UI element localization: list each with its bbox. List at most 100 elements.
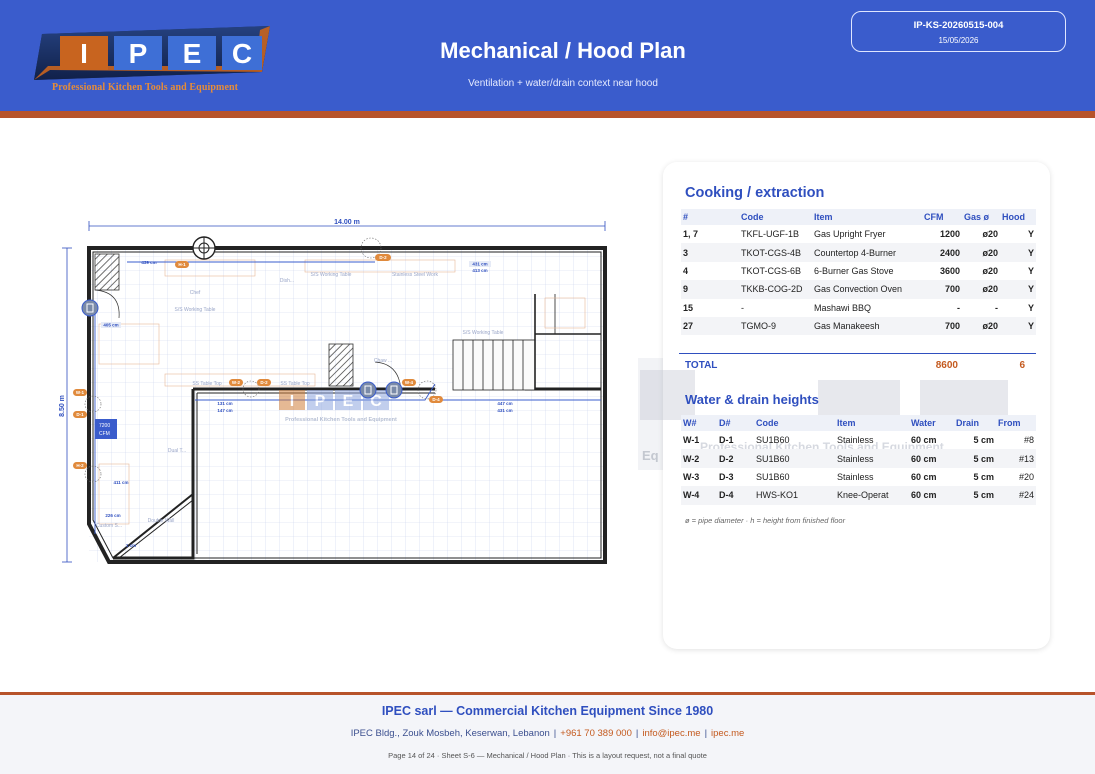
tag-h1: H-1 [178, 262, 186, 267]
dim-226: 226 cm [105, 513, 120, 518]
table-row: W-2 D-2 SU1B60 Stainless 60 cm 5 cm #13 [681, 449, 1036, 468]
logo-letter-i: I [80, 38, 88, 69]
svg-text:E: E [343, 393, 354, 410]
svg-text:CFM: CFM [99, 431, 110, 437]
row-item: Countertop 4-Burner [812, 243, 922, 262]
footer-website[interactable]: ipec.me [711, 728, 744, 739]
row-gas: ø20 [962, 280, 1000, 299]
dim-405: 405 cm [103, 323, 118, 328]
row-hood: Y [1027, 265, 1034, 276]
footer-phone[interactable]: +961 70 389 000 [560, 728, 632, 739]
row-code: SU1B60 [756, 471, 790, 482]
table-row: 1, 7 TKFL-UGF-1B Gas Upright Fryer 1200 … [681, 225, 1036, 243]
row-drain-height: 5 cm [973, 471, 994, 482]
document-id: IP-KS-20260515-004 [913, 20, 1004, 31]
row-cfm: 700 [922, 280, 962, 299]
hatched-column-2 [328, 343, 354, 387]
row-code: - [741, 302, 744, 313]
svg-text:I: I [290, 393, 294, 410]
row-code: SU1B60 [754, 449, 835, 468]
row-item: Gas Upright Fryer [814, 229, 886, 240]
footer-address: IPEC Bldg., Zouk Mosbeh, Keserwan, Leban… [350, 728, 550, 739]
zone-label-3: Stainless Steel Work [392, 272, 439, 278]
col-water: Water [909, 415, 954, 431]
total-divider [679, 353, 1036, 354]
dim-131: 131 cm [217, 401, 232, 406]
col-item: Item [812, 209, 922, 225]
col-item: Item [835, 415, 909, 431]
table-row: 27 TGMO-9 Gas Manakeesh 700 ø20 Y [681, 316, 1036, 336]
svg-text:7200: 7200 [99, 423, 110, 429]
col-code: Code [754, 415, 835, 431]
dim-411: 411 cm [113, 480, 128, 485]
row-code: SU1B60 [756, 435, 790, 446]
row-item: Gas Manakeesh [812, 316, 922, 336]
row-code: TKFL-UGF-1B [741, 229, 800, 240]
svg-text:P: P [315, 393, 326, 410]
table-row: 9 TKKB-COG-2D Gas Convection Oven 700 ø2… [681, 280, 1036, 299]
row-item: Stainless [837, 435, 874, 446]
row-item: Gas Convection Oven [812, 280, 922, 299]
logo-tagline: Professional Kitchen Tools and Equipment [52, 82, 239, 93]
footer-contact: IPEC Bldg., Zouk Mosbeh, Keserwan, Leban… [350, 728, 745, 739]
row-drain-id: D-3 [719, 471, 734, 482]
row-cfm: 700 [922, 316, 962, 336]
tag-d2-top: D-2 [379, 255, 387, 260]
dim-431b: 431 cm [497, 408, 512, 413]
water-heading: Water & drain heights [685, 392, 819, 407]
tag-w2: W-2 [232, 380, 241, 385]
row-hood: Y [1000, 280, 1036, 299]
row-water-height: 60 cm [911, 435, 937, 446]
zone-label-8: SS Table Top [280, 381, 310, 387]
table-row: 4 TKOT-CGS-6B 6-Burner Gas Stove 3600 ø2… [681, 262, 1036, 280]
row-water-height: 60 cm [909, 486, 954, 505]
row-hood: Y [1027, 302, 1034, 313]
legend-note: ø = pipe diameter · h = height from fini… [685, 516, 846, 525]
row-number: 3 [681, 243, 739, 262]
footer-email[interactable]: info@ipec.me [642, 728, 700, 739]
col-d: D# [717, 415, 754, 431]
tag-d4: D-4 [432, 397, 440, 402]
cooking-heading: Cooking / extraction [685, 185, 825, 201]
row-code: TKOT-CGS-6B [741, 265, 802, 276]
row-drain-id: D-4 [717, 486, 754, 505]
row-gas: - [995, 302, 998, 313]
zone-label-5: Chef [190, 290, 201, 296]
row-gas: ø20 [982, 265, 998, 276]
row-gas: ø20 [962, 316, 1000, 336]
dim-413: 413 cm [472, 268, 487, 273]
tag-d2: D-2 [260, 380, 268, 385]
row-code: HWS-KO1 [754, 486, 835, 505]
document-reference-box: IP-KS-20260515-004 15/05/2026 [851, 11, 1066, 52]
dim-431a: 431 cm [472, 262, 487, 267]
footer-page-info: Page 14 of 24 · Sheet S-6 — Mechanical /… [388, 751, 707, 760]
zone-label-4: S/S Working Table [175, 307, 216, 313]
hood-cfm-box: 7200 CFM [95, 419, 117, 439]
col-hood: Hood [1000, 209, 1036, 225]
row-item: Knee-Operat [835, 486, 909, 505]
equipment-label-1: Double Wall [148, 518, 175, 524]
tag-h2: H-2 [76, 463, 84, 468]
row-item: Stainless [835, 449, 909, 468]
row-from: #20 [1018, 471, 1034, 482]
row-number: 1, 7 [683, 229, 699, 240]
plan-height-label: 8.50 m [59, 395, 66, 417]
row-hood: Y [1000, 316, 1036, 336]
row-drain-id: D-1 [719, 435, 734, 446]
cooking-table: # Code Item CFM Gas ø Hood 1, 7 TKFL-UGF… [681, 209, 1036, 336]
header-rule [0, 111, 1095, 118]
hatched-column-1 [94, 253, 120, 291]
row-gas: ø20 [962, 243, 1000, 262]
logo-letter-c: C [232, 38, 252, 69]
row-from: #13 [996, 449, 1036, 468]
logo-letter-p: P [129, 38, 148, 69]
logo-letter-e: E [183, 38, 202, 69]
row-drain-height: 5 cm [973, 435, 994, 446]
table-row: W-3 D-3 SU1B60 Stainless 60 cm 5 cm #20 [681, 468, 1036, 486]
row-drain-id: D-2 [717, 449, 754, 468]
row-water-height: 60 cm [911, 471, 937, 482]
zone-label-7: SS Table Top [192, 381, 222, 387]
row-from: #24 [996, 486, 1036, 505]
col-code: Code [739, 209, 812, 225]
row-number: 27 [681, 316, 739, 336]
